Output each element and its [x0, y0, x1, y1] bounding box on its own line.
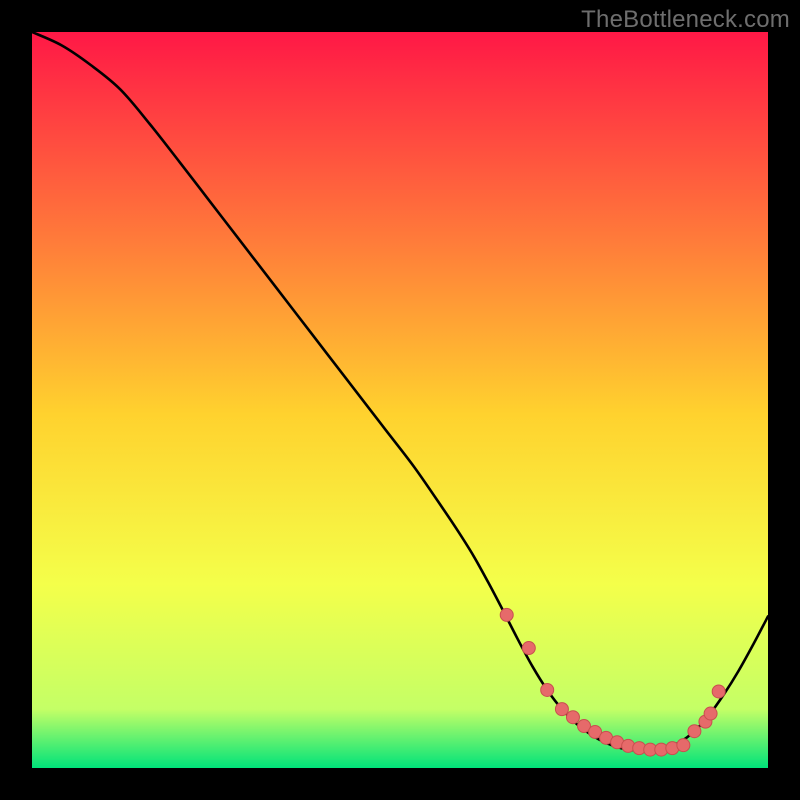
- dot: [566, 711, 579, 724]
- dot: [522, 642, 535, 655]
- dot: [688, 725, 701, 738]
- chart-stage: TheBottleneck.com: [0, 0, 800, 800]
- dot: [555, 703, 568, 716]
- plot-area: [32, 32, 768, 768]
- dot: [677, 739, 690, 752]
- gradient-background: [32, 32, 768, 768]
- dot: [704, 707, 717, 720]
- dot: [712, 685, 725, 698]
- chart-svg: [32, 32, 768, 768]
- dot: [541, 683, 554, 696]
- watermark-text: TheBottleneck.com: [581, 6, 790, 34]
- dot: [500, 608, 513, 621]
